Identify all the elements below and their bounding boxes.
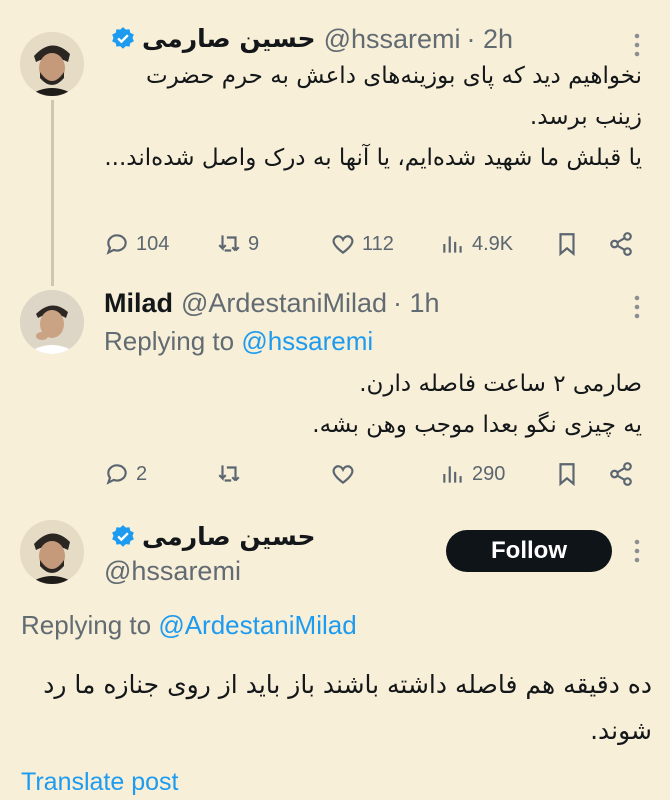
action-bar: 2 290 [0, 454, 670, 494]
replying-to: Replying to @ArdestaniMilad [21, 610, 357, 641]
heart-icon [332, 235, 354, 255]
retweet-icon [218, 465, 240, 482]
like-button[interactable] [330, 454, 356, 494]
tweet-text: صارمی ۲ ساعت فاصله دارن. یه چیزی نگو بعد… [104, 364, 642, 446]
avatar[interactable] [20, 32, 84, 96]
views-icon [443, 236, 462, 253]
retweet-count: 9 [248, 232, 260, 255]
views-count: 4.9K [472, 232, 514, 255]
mention-link[interactable]: @ArdestaniMilad [158, 610, 356, 640]
author-handle[interactable]: @hssaremi [324, 22, 461, 56]
author-handle[interactable]: @hssaremi [104, 556, 241, 587]
tweet-header: حسین صارمی [104, 520, 316, 554]
views-button[interactable]: 4.9K [440, 224, 513, 264]
timestamp[interactable]: · 1h [393, 286, 440, 320]
tweet-text-line: ده دقیقه هم فاصله داشته باشند باز باید ا… [43, 670, 652, 745]
author-handle[interactable]: @ArdestaniMilad [181, 286, 387, 320]
share-icon [610, 462, 632, 486]
heart-icon [332, 465, 354, 485]
replying-prefix: Replying to [104, 326, 235, 356]
reply-button[interactable]: 104 [104, 224, 169, 264]
more-icon[interactable] [622, 292, 652, 322]
like-count: 112 [362, 232, 394, 255]
timestamp[interactable]: · 2h [467, 22, 514, 56]
share-button[interactable] [608, 454, 634, 494]
replying-to: Replying to @hssaremi [104, 326, 373, 357]
tweet-text: ده دقیقه هم فاصله داشته باشند باز باید ا… [21, 662, 652, 754]
tweet-text-line: یه چیزی نگو بعدا موجب وهن بشه. [312, 412, 642, 438]
views-count: 290 [472, 462, 506, 485]
verified-badge-icon [112, 525, 134, 547]
bookmark-icon [559, 463, 575, 487]
reply-button[interactable]: 2 [104, 454, 147, 494]
translate-post-link[interactable]: Translate post [21, 768, 178, 797]
bookmark-button[interactable] [554, 454, 580, 494]
reply-icon [106, 464, 127, 485]
author-name[interactable]: حسین صارمی [142, 22, 316, 56]
retweet-icon [218, 235, 240, 252]
views-button[interactable]: 290 [440, 454, 505, 494]
reply-icon [106, 234, 127, 255]
tweet-header: حسین صارمی @hssaremi · 2h [104, 22, 513, 56]
tweet-text: نخواهیم دید که پای بوزینه‌های داعش به حر… [104, 56, 642, 179]
mention-link[interactable]: @hssaremi [241, 326, 373, 356]
retweet-button[interactable]: 9 [216, 224, 259, 264]
author-name[interactable]: حسین صارمی [142, 520, 316, 554]
replying-prefix: Replying to [21, 610, 152, 640]
reply-count: 104 [136, 232, 170, 255]
bookmark-button[interactable] [554, 224, 580, 264]
share-icon [610, 232, 632, 256]
retweet-button[interactable] [216, 454, 242, 494]
author-name[interactable]: Milad [104, 286, 173, 320]
bookmark-icon [559, 233, 575, 257]
verified-badge-icon [112, 27, 134, 49]
more-icon[interactable] [622, 536, 652, 566]
follow-button[interactable]: Follow [446, 530, 612, 572]
views-icon [443, 466, 462, 483]
avatar[interactable] [20, 520, 84, 584]
tweet-text-line: نخواهیم دید که پای بوزینه‌های داعش به حر… [145, 63, 642, 130]
tweet-header: Milad @ArdestaniMilad · 1h [104, 286, 440, 320]
action-bar: 104 9 112 4.9K [0, 224, 670, 264]
reply-count: 2 [136, 462, 148, 485]
tweet-text-line: صارمی ۲ ساعت فاصله دارن. [359, 371, 642, 397]
avatar[interactable] [20, 290, 84, 354]
share-button[interactable] [608, 224, 634, 264]
tweet-text-line: یا قبلش ما شهید شده‌ایم، یا آنها به درک … [104, 145, 642, 171]
like-button[interactable]: 112 [330, 224, 394, 264]
